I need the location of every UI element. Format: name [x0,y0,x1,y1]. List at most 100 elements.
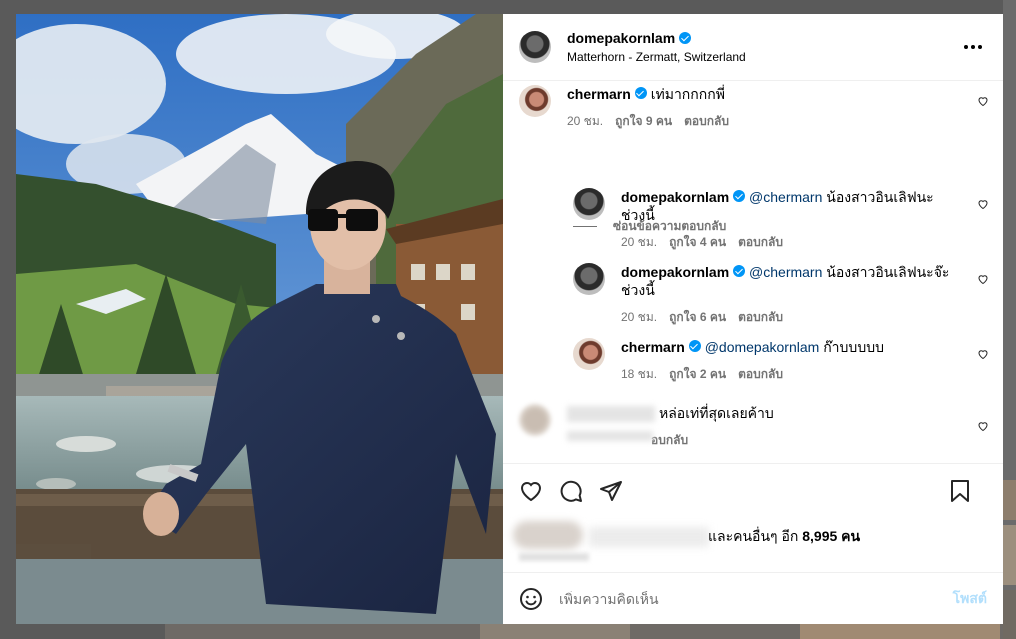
author-info: domepakornlam Matterhorn - Zermatt, Swit… [567,30,959,64]
reply-like-count[interactable]: ถูกใจ 2 คน [669,365,726,384]
reply-text-line2: ช่วงนี้ [621,207,655,223]
reply-time[interactable]: 20 ชม. [621,308,657,327]
comment-text: เท่มากกกกพี่ [650,86,725,102]
blurred-username [567,406,655,423]
author-username[interactable]: domepakornlam [567,30,675,46]
comments-list[interactable]: chermarn เท่มากกกกพี่ 20 ชม. ถูกใจ 9 คน … [503,81,1003,463]
comment-body: chermarn เท่มากกกกพี่ 20 ชม. ถูกใจ 9 คน … [567,85,989,131]
reply-body: domepakornlam @chermarn น้องสาวอินเลิฟนะ… [621,263,973,327]
reply-text-line: chermarn @domepakornlam ก๊าบบบบบ [621,338,973,356]
background-thumbnail [1003,480,1016,520]
comment-text-line: chermarn เท่มากกกกพี่ [567,85,989,103]
background-thumbnail [1003,525,1016,585]
verified-badge-icon [679,32,692,44]
reply-button[interactable]: อบกลับ [651,431,688,450]
reply-text-line: domepakornlam @chermarn น้องสาวอินเลิฟนะ… [621,188,973,224]
likes-summary[interactable]: และคนอื่นๆ อีก 8,995 คน [708,526,860,548]
more-icon-dot [978,45,982,49]
comment-like-count[interactable]: ถูกใจ 9 คน [615,112,672,131]
comment-heart-icon[interactable] [977,420,989,432]
comment-body: หล่อเท่ที่สุดเลยค้าบ อบกลับ [567,404,979,450]
reply-item: chermarn @domepakornlam ก๊าบบบบบ 18 ชม. … [573,338,973,384]
reply-meta: 18 ชม. ถูกใจ 2 คน ตอบกลับ [621,365,973,384]
comment-meta: 20 ชม. ถูกใจ 9 คน ตอบกลับ [567,112,989,131]
reply-body: chermarn @domepakornlam ก๊าบบบบบ 18 ชม. … [621,338,973,384]
reply-button[interactable]: ตอบกลับ [738,365,783,384]
blurred-meta [567,431,653,442]
replier-avatar[interactable] [573,263,605,295]
heart-icon[interactable] [519,479,543,503]
reply-time[interactable]: 20 ชม. [621,233,657,252]
background-thumbnail [480,624,630,639]
likes-section: และคนอื่นๆ อีก 8,995 คน [503,517,1003,572]
reply-like-count[interactable]: ถูกใจ 4 คน [669,233,726,252]
more-options-button[interactable] [959,33,987,61]
verified-badge-icon [688,340,701,352]
post-details-panel: domepakornlam Matterhorn - Zermatt, Swit… [503,14,1003,624]
reply-like-count[interactable]: ถูกใจ 6 คน [669,308,726,327]
post-comment-button[interactable]: โพสต์ [953,588,987,610]
comment-input[interactable] [559,590,953,607]
add-comment-bar: โพสต์ [503,572,1003,624]
reply-item: domepakornlam @chermarn น้องสาวอินเลิฟนะ… [573,263,973,327]
post-modal: domepakornlam Matterhorn - Zermatt, Swit… [16,14,1003,624]
background-thumbnail [800,624,1000,639]
reply-button[interactable]: ตอบกลับ [684,112,729,131]
author-avatar[interactable] [519,31,551,63]
replier-avatar[interactable] [573,338,605,370]
reply-mention[interactable]: @chermarn [749,189,822,205]
reply-username[interactable]: domepakornlam [621,264,729,280]
blurred-post-time [519,553,589,561]
likes-suffix: คน [841,528,861,544]
blurred-liker-avatars [513,521,583,549]
more-icon-dot [971,45,975,49]
comment-item: หล่อเท่ที่สุดเลยค้าบ อบกลับ [519,404,979,450]
more-icon [964,45,968,49]
likes-prefix: และคนอื่นๆ อีก [708,528,799,544]
comment-meta: อบกลับ [567,431,979,450]
reply-heart-icon[interactable] [977,198,989,210]
reply-mention[interactable]: @domepakornlam [705,339,820,355]
post-photo[interactable] [16,14,503,624]
reply-body: domepakornlam @chermarn น้องสาวอินเลิฟนะ… [621,188,973,252]
comment-time[interactable]: 20 ชม. [567,112,603,131]
post-photo-illustration [16,14,503,624]
reply-time[interactable]: 18 ชม. [621,365,657,384]
bookmark-icon[interactable] [948,479,972,503]
reply-meta: 20 ชม. ถูกใจ 6 คน ตอบกลับ [621,308,973,327]
replier-avatar[interactable] [573,188,605,220]
reply-text: น้องสาวอินเลิฟนะ [826,189,934,205]
share-icon[interactable] [599,479,623,503]
commenter-avatar[interactable] [519,85,551,117]
comment-username[interactable]: chermarn [567,86,631,102]
comment-heart-icon[interactable] [977,95,989,107]
post-actions-bar [503,463,1003,517]
author-username-row: domepakornlam [567,30,959,46]
reply-meta: 20 ชม. ถูกใจ 4 คน ตอบกลับ [621,233,973,252]
blurred-liker-name [589,527,709,547]
reply-button[interactable]: ตอบกลับ [738,233,783,252]
reply-text: ก๊าบบบบบ [823,339,884,355]
comment-text-line: หล่อเท่ที่สุดเลยค้าบ [567,404,979,423]
reply-item: domepakornlam @chermarn น้องสาวอินเลิฟนะ… [573,188,973,252]
reply-heart-icon[interactable] [977,348,989,360]
emoji-icon[interactable] [519,587,543,611]
reply-heart-icon[interactable] [977,273,989,285]
commenter-avatar[interactable] [519,404,551,436]
reply-button[interactable]: ตอบกลับ [738,308,783,327]
verified-badge-icon [634,87,647,99]
reply-username[interactable]: chermarn [621,339,685,355]
post-location[interactable]: Matterhorn - Zermatt, Switzerland [567,50,959,64]
reply-text-line2: ช่วงนี้ [621,282,655,298]
comment-icon[interactable] [559,479,583,503]
comment-text: หล่อเท่ที่สุดเลยค้าบ [659,405,774,421]
post-header: domepakornlam Matterhorn - Zermatt, Swit… [503,14,1003,81]
background-thumbnail [1003,590,1016,639]
reply-text-line: domepakornlam @chermarn น้องสาวอินเลิฟนะ… [621,263,973,299]
likes-count: 8,995 [802,528,838,544]
comment-item: chermarn เท่มากกกกพี่ 20 ชม. ถูกใจ 9 คน … [519,85,989,131]
verified-badge-icon [733,190,746,202]
reply-text: น้องสาวอินเลิฟนะจ๊ะ [826,264,950,280]
reply-username[interactable]: domepakornlam [621,189,729,205]
reply-mention[interactable]: @chermarn [749,264,822,280]
